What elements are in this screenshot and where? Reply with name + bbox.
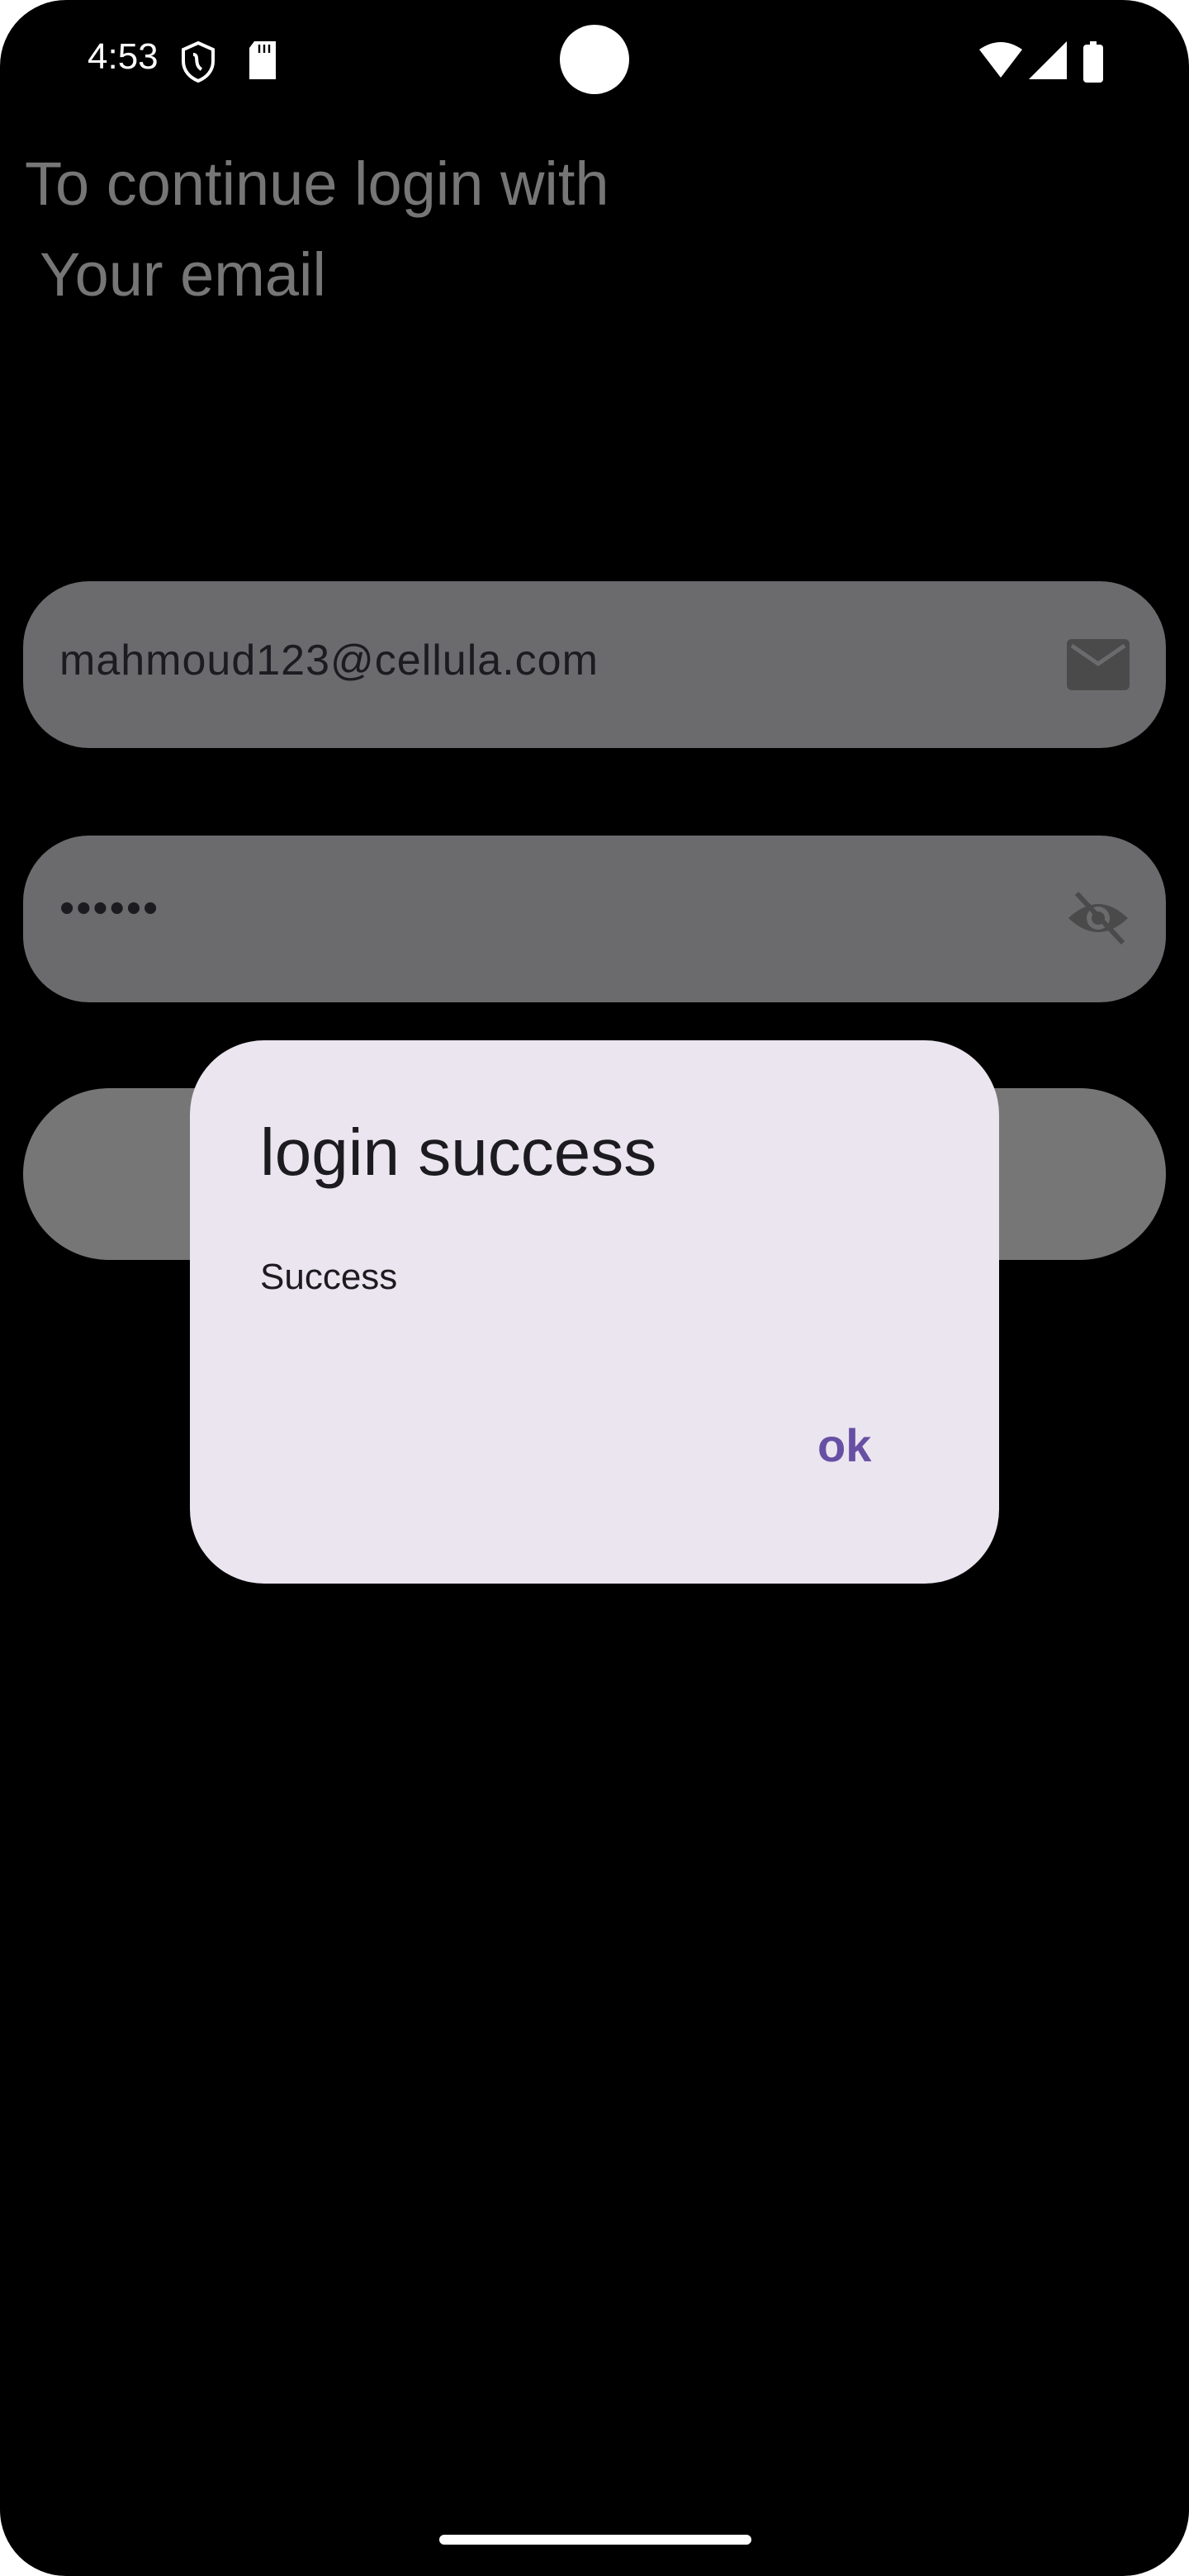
eye-off-icon[interactable] <box>1067 890 1130 948</box>
email-value: mahmoud123@cellula.com <box>59 637 599 684</box>
sd-card-icon <box>249 41 276 79</box>
heading-line-1: To continue login with <box>25 149 609 218</box>
signal-icon <box>1029 41 1067 79</box>
mail-icon <box>1067 639 1130 690</box>
password-value: •••••• <box>59 884 160 932</box>
email-field[interactable]: mahmoud123@cellula.com <box>23 581 1166 748</box>
battery-icon <box>1083 41 1103 83</box>
screen: 4:53 To continue login with Your email m… <box>0 0 1189 2576</box>
status-time: 4:53 <box>88 36 159 77</box>
shield-icon <box>182 41 215 83</box>
password-field[interactable]: •••••• <box>23 836 1166 1002</box>
heading-line-2: Your email <box>40 240 326 309</box>
dialog-title: login success <box>260 1115 657 1189</box>
camera-cutout <box>560 25 629 94</box>
dialog-message: Success <box>260 1257 398 1297</box>
ok-button[interactable]: ok <box>809 1413 879 1477</box>
login-success-dialog: login success Success ok <box>190 1040 999 1584</box>
wifi-icon <box>979 42 1022 78</box>
home-indicator[interactable] <box>439 2535 751 2545</box>
